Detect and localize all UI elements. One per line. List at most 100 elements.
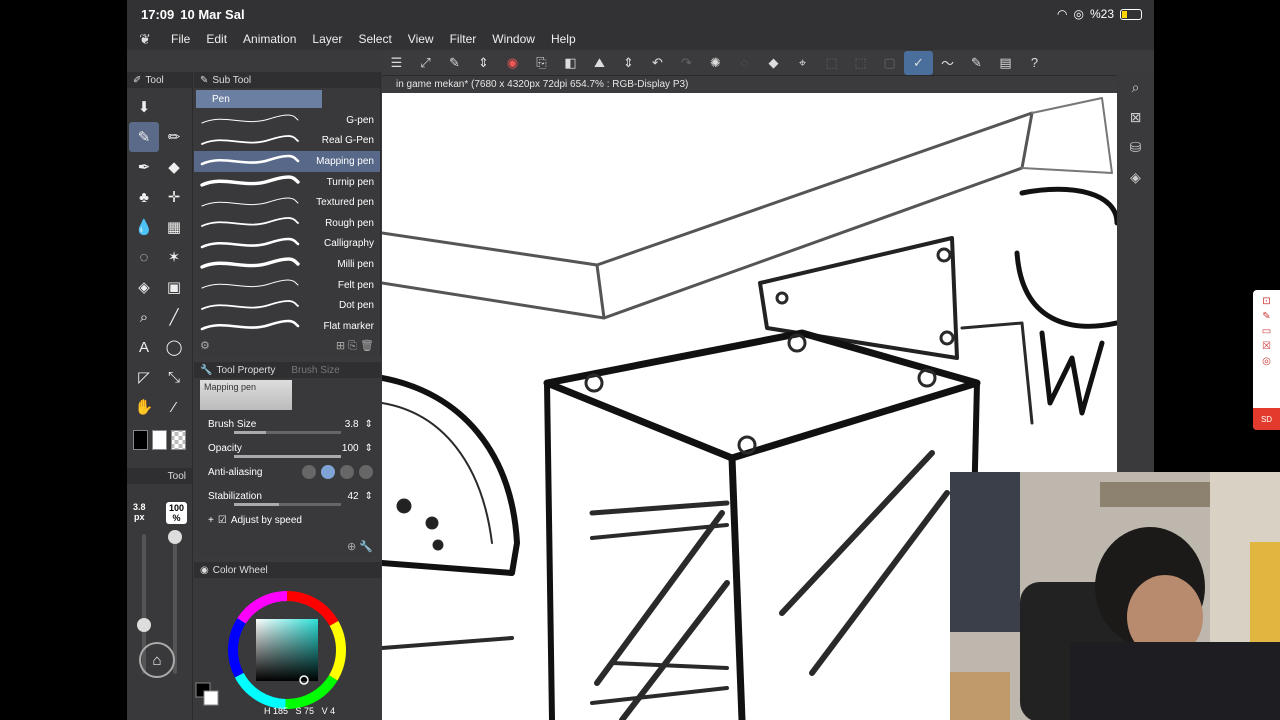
navigator-icon[interactable]: ⌕ bbox=[1117, 72, 1154, 102]
add-icon[interactable]: ⊞ bbox=[336, 340, 345, 352]
pen-mode-icon[interactable]: ✓ bbox=[904, 50, 933, 75]
balloon-tool-icon[interactable]: ◯ bbox=[159, 332, 189, 362]
opacity-value[interactable]: 100 bbox=[329, 443, 359, 454]
blend-tool-icon[interactable]: 💧 bbox=[129, 212, 159, 242]
subtool-settings-icon[interactable]: ⚙ bbox=[200, 339, 210, 353]
brush-tool-icon[interactable]: ✒ bbox=[129, 152, 159, 182]
invert-selection-icon[interactable]: ⬚ bbox=[846, 51, 875, 75]
canvas-resize-icon[interactable]: ⤢ bbox=[411, 51, 440, 75]
correct-line-icon[interactable]: ⤡ bbox=[159, 362, 189, 392]
menu-window[interactable]: Window bbox=[484, 32, 543, 46]
trash-icon[interactable]: 🗑 bbox=[360, 340, 374, 352]
floating-window-icon[interactable]: ⊡ bbox=[1262, 296, 1270, 307]
brush-size-stepper[interactable]: ⇕ bbox=[365, 419, 373, 430]
app-logo-icon[interactable]: ❦ bbox=[127, 31, 163, 48]
menu-file[interactable]: File bbox=[163, 32, 198, 46]
brush-row[interactable]: Rough pen bbox=[194, 213, 380, 234]
canvas-tab[interactable]: in game mekan* (7680 x 4320px 72dpi 654.… bbox=[382, 76, 1117, 93]
antialias-options[interactable] bbox=[302, 465, 373, 479]
adjust-speed-row[interactable]: + ☑ Adjust by speed bbox=[194, 508, 381, 532]
duplicate-icon[interactable]: ⎘ bbox=[348, 340, 357, 352]
color-wheel[interactable] bbox=[194, 578, 381, 718]
menu-animation[interactable]: Animation bbox=[235, 32, 304, 46]
magic-wand-icon[interactable]: ✶ bbox=[159, 242, 189, 272]
opacity-slider-knob[interactable] bbox=[168, 530, 182, 544]
zoom-tool-icon[interactable]: ⌕ bbox=[129, 302, 159, 332]
undo-icon[interactable]: ↶ bbox=[643, 51, 672, 75]
brush-row[interactable]: Dot pen bbox=[194, 295, 380, 316]
menu-layer[interactable]: Layer bbox=[304, 32, 350, 46]
opacity-bar[interactable] bbox=[234, 455, 341, 458]
record-icon[interactable]: ◉ bbox=[498, 51, 527, 75]
brush-row[interactable]: Calligraphy bbox=[194, 234, 380, 255]
gradient-tool-icon[interactable]: ▣ bbox=[159, 272, 189, 302]
stabilization-bar[interactable] bbox=[234, 503, 341, 506]
menu-view[interactable]: View bbox=[400, 32, 442, 46]
brush-row[interactable]: Mapping pen bbox=[194, 151, 380, 172]
secondary-color-swatch[interactable] bbox=[203, 690, 219, 706]
pencil-tool-icon[interactable]: ✏ bbox=[159, 122, 189, 152]
layers-icon[interactable]: ◈ bbox=[1117, 162, 1154, 192]
hamburger-menu-icon[interactable]: ☰ bbox=[382, 51, 411, 75]
layer-transform-icon[interactable]: ◧ bbox=[556, 51, 585, 75]
hand-tool-icon[interactable]: ✋ bbox=[129, 392, 159, 422]
eyedropper-tool-icon[interactable]: ⁄ bbox=[159, 392, 189, 422]
stabilization-stepper[interactable]: ⇕ bbox=[365, 491, 373, 502]
background-color-swatch[interactable] bbox=[152, 430, 167, 450]
transform-icon[interactable]: ⌖ bbox=[788, 51, 817, 75]
opacity-stepper[interactable]: ⇕ bbox=[365, 443, 373, 454]
fill-tool-icon[interactable]: ◈ bbox=[129, 272, 159, 302]
size-slider-knob[interactable] bbox=[137, 618, 151, 632]
floating-target-icon[interactable]: ◎ bbox=[1262, 356, 1271, 367]
brush-size-value[interactable]: 3.8 bbox=[329, 419, 359, 430]
edit-canvas-icon[interactable]: ✎ bbox=[440, 51, 469, 75]
frame-tool-icon[interactable]: ▦ bbox=[159, 212, 189, 242]
brush-size-bar[interactable] bbox=[234, 431, 341, 434]
brush-row[interactable]: Milli pen bbox=[194, 254, 380, 275]
brush-row[interactable]: Flat marker bbox=[194, 316, 380, 337]
clear-icon[interactable]: ◌ bbox=[730, 51, 759, 75]
menu-select[interactable]: Select bbox=[350, 32, 399, 46]
text-tool-icon[interactable]: A bbox=[129, 332, 159, 362]
transparent-color-swatch[interactable] bbox=[171, 430, 186, 450]
help-icon[interactable]: ? bbox=[1020, 51, 1049, 75]
tool-property-title[interactable]: Tool Property bbox=[216, 365, 275, 376]
adjust-speed-checkbox[interactable]: ☑ bbox=[218, 515, 227, 526]
floating-square-icon[interactable]: ▭ bbox=[1262, 326, 1271, 337]
deselect-icon[interactable]: ⬚ bbox=[817, 51, 846, 75]
foreground-color-swatch[interactable] bbox=[133, 430, 148, 450]
eraser-tool-icon[interactable]: ◆ bbox=[159, 152, 189, 182]
layer-property-icon[interactable]: ⛁ bbox=[1117, 132, 1154, 162]
floating-pen-icon[interactable]: ✎ bbox=[1262, 311, 1270, 322]
fill-bucket-icon[interactable]: ◆ bbox=[759, 51, 788, 75]
wrench-settings-icon[interactable]: 🔧 bbox=[359, 541, 373, 553]
loading-icon[interactable]: ✺ bbox=[701, 51, 730, 75]
download-icon[interactable]: ⬇ bbox=[129, 92, 159, 122]
menu-filter[interactable]: Filter bbox=[442, 32, 485, 46]
subtool-group-tab[interactable]: Pen bbox=[196, 90, 322, 108]
stabilization-value[interactable]: 42 bbox=[329, 491, 358, 502]
expand-icon[interactable]: + bbox=[208, 515, 214, 526]
pen-icon[interactable]: ✎ bbox=[962, 51, 991, 75]
lasso-tool-icon[interactable]: ◌ bbox=[129, 242, 159, 272]
pen-tool-icon[interactable]: ✎ bbox=[129, 122, 159, 152]
modifier-key-icon[interactable]: ⌂ bbox=[139, 642, 175, 678]
brush-row[interactable]: Real G-Pen bbox=[194, 131, 380, 152]
record-button[interactable]: SD bbox=[1253, 408, 1280, 430]
reset-icon[interactable]: ⊕ bbox=[347, 541, 356, 553]
copy-icon[interactable]: ⎘ bbox=[527, 51, 556, 75]
menu-help[interactable]: Help bbox=[543, 32, 584, 46]
floating-edit-icon[interactable]: ☒ bbox=[1262, 341, 1271, 352]
menu-edit[interactable]: Edit bbox=[198, 32, 235, 46]
brush-row[interactable]: Felt pen bbox=[194, 275, 380, 296]
brush-row[interactable]: Turnip pen bbox=[194, 172, 380, 193]
smooth-icon[interactable]: 〜 bbox=[933, 51, 962, 75]
move-tool-icon[interactable]: ✛ bbox=[159, 182, 189, 212]
stepper-icon-2[interactable]: ⇕ bbox=[614, 51, 643, 75]
ruler-tool-icon[interactable]: ╱ bbox=[159, 302, 189, 332]
crop-icon[interactable]: ▢ bbox=[875, 51, 904, 75]
tablet-icon[interactable]: ▤ bbox=[991, 51, 1020, 75]
sub-view-icon[interactable]: ⊠ bbox=[1117, 102, 1154, 132]
redo-icon[interactable]: ↷ bbox=[672, 51, 701, 75]
brush-size-tab[interactable]: Brush Size bbox=[291, 365, 339, 376]
